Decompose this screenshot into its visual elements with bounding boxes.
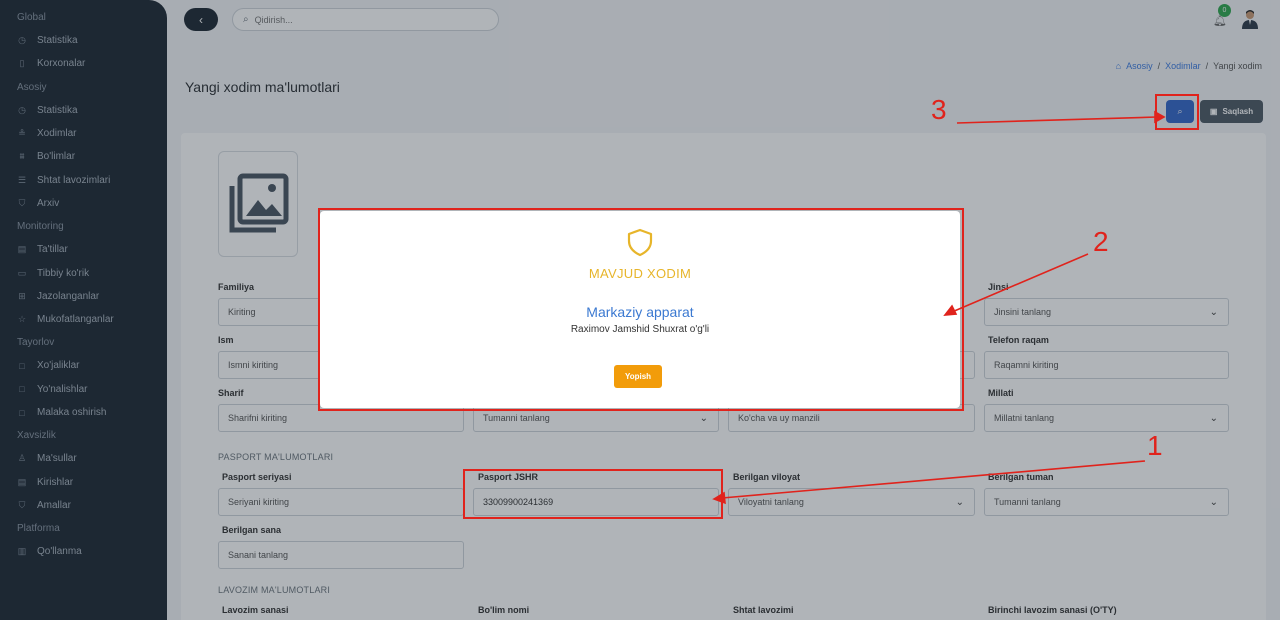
- annotation-number-2: 2: [1093, 226, 1109, 257]
- annotation-number-3: 3: [931, 94, 947, 125]
- annotation-box-jshr: [463, 469, 723, 519]
- annotation-box-search-button: [1155, 94, 1199, 130]
- annotation-box-modal: [318, 208, 964, 411]
- annotation-number-1: 1: [1147, 430, 1163, 461]
